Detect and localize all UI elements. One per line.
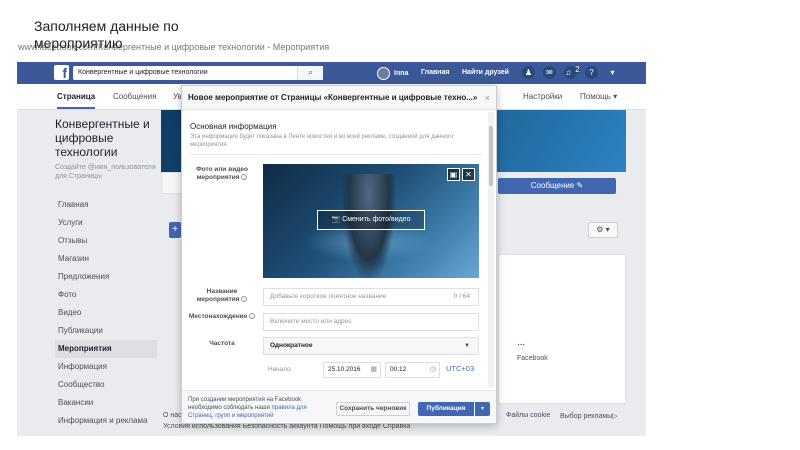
message-button[interactable]: Сообщение ✎ (498, 178, 616, 194)
left-menu: Главная Услуги Отзывы Магазин Предложения Фот… (55, 196, 157, 430)
name-counter: 0 / 64 (453, 293, 470, 300)
section-title: Основная информация (190, 122, 277, 131)
sidebar-item[interactable]: Сообщество (55, 376, 157, 394)
search-input[interactable]: Конвергентные и цифровые технологии ⌕ (73, 66, 323, 80)
sidebar-item[interactable]: Фото (55, 286, 157, 304)
chevron-down-icon: ▼ (464, 343, 470, 349)
timezone-label[interactable]: UTC+03 (446, 364, 474, 373)
change-photo-label: Сменить фото/видео (342, 216, 411, 223)
footer-links[interactable]: Условия использования Безопасность аккау… (163, 423, 410, 430)
sidebar-item[interactable]: Магазин (55, 250, 157, 268)
photo-label-text: Фото или видео мероприятия (196, 166, 248, 181)
camera-icon: 📷 (331, 216, 341, 223)
events-panel-text: Facebook (517, 355, 548, 362)
clock-icon: ◷ (429, 366, 436, 373)
calendar-icon: ▦ (370, 366, 377, 373)
notification-badge: 2 (575, 65, 580, 74)
event-name-placeholder: Добавьте короткое понятное название (270, 293, 387, 300)
search-icon[interactable]: ⌕ (297, 66, 323, 80)
sidebar-item[interactable]: Мероприятия (55, 340, 157, 358)
tab-settings[interactable]: Настройки (523, 92, 562, 101)
nav-home[interactable]: Главная (421, 66, 449, 80)
page-header: Конвергентные и цифровые технологии Созд… (55, 117, 159, 181)
search-value: Конвергентные и цифровые технологии (78, 69, 208, 76)
dialog-body: Основная информация Эта информация будет… (182, 110, 488, 390)
info-icon[interactable]: i (249, 313, 256, 320)
sidebar-item[interactable]: Информация (55, 358, 157, 376)
dialog-header: Новое мероприятие от Страницы «Конверген… (182, 86, 496, 110)
page-handle[interactable]: Создайте @имя_пользователя для Страницы (55, 163, 159, 181)
nav-find-friends[interactable]: Найти друзей (462, 66, 509, 80)
section-description: Эта информация будет показана в Ленте но… (190, 134, 454, 148)
event-name-input[interactable]: Добавьте короткое понятное название 0 / … (263, 288, 479, 306)
slide-title: Заполняем данные по мероприятию (34, 18, 179, 51)
name-label: Название мероприятия i (186, 288, 258, 304)
event-cover-photo[interactable]: ▣ ✕ 📷 Сменить фото/видео (263, 164, 479, 278)
frequency-select[interactable]: Однократное ▼ (263, 337, 479, 355)
policy-note: При создании мероприятия на Facebook нео… (188, 396, 328, 420)
profile-link[interactable]: Inna (377, 66, 408, 80)
save-draft-button[interactable]: Сохранить черновик (336, 402, 410, 416)
close-icon[interactable]: × (485, 86, 490, 110)
dialog-scrollbar[interactable] (488, 112, 494, 388)
location-input[interactable]: Включите место или адрес (263, 313, 479, 331)
name-label-text: Название мероприятия (196, 288, 240, 303)
gear-icon[interactable]: ⚙ ▾ (588, 222, 618, 238)
messages-icon[interactable]: ✉ (543, 66, 556, 79)
photo-label: Фото или видео мероприятия i (186, 166, 258, 182)
sidebar-item[interactable]: Предложения (55, 268, 157, 286)
user-name: Inna (394, 69, 409, 77)
account-menu-icon[interactable]: ▾ (606, 66, 619, 79)
sidebar-item[interactable]: Видео (55, 304, 157, 322)
tab-notifications[interactable]: Уведомления (173, 92, 181, 101)
events-panel-title: ... (517, 337, 526, 348)
top-bar-icons: ♟ ✉ ♫ 2 ? ▾ (522, 65, 619, 79)
sidebar-item[interactable]: Вакансии (55, 394, 157, 412)
divider (190, 154, 482, 155)
sidebar-item[interactable]: Публикации (55, 322, 157, 340)
start-time-value: 00:12 (390, 366, 407, 373)
facebook-top-bar: f Конвергентные и цифровые технологии ⌕ … (17, 62, 646, 84)
start-date-value: 25.10.2016 (328, 366, 361, 373)
start-label: Начало (268, 366, 291, 373)
info-icon[interactable]: i (241, 174, 248, 181)
notifications-icon[interactable]: ♫ 2 (564, 65, 580, 79)
sidebar-item[interactable]: Информация и реклама (55, 412, 157, 430)
create-event-dialog: Новое мероприятие от Страницы «Конверген… (181, 85, 497, 424)
frequency-value: Однократное (270, 342, 313, 349)
edit-photo-icon[interactable]: ▣ (447, 168, 460, 181)
sidebar-item[interactable]: Отзывы (55, 232, 157, 250)
footer-about[interactable]: О нас (163, 412, 182, 419)
publish-options-button[interactable]: ▾ (475, 402, 490, 416)
friend-requests-icon[interactable]: ♟ (522, 66, 535, 79)
location-label-text: Местонахождение (188, 313, 248, 320)
location-placeholder: Включите место или адрес (270, 318, 352, 325)
facebook-screenshot: f Конвергентные и цифровые технологии ⌕ … (17, 62, 646, 436)
scrollbar-thumb[interactable] (489, 126, 493, 186)
remove-photo-icon[interactable]: ✕ (462, 168, 475, 181)
frequency-label: Частота (209, 340, 235, 347)
dialog-footer: При создании мероприятия на Facebook нео… (182, 390, 496, 423)
start-date-input[interactable]: 25.10.2016 ▦ (323, 362, 381, 378)
footer-ad-choices[interactable]: Выбор рекламы▷ (560, 412, 618, 420)
publish-button[interactable]: Публикация (418, 402, 474, 416)
info-icon[interactable]: i (241, 296, 248, 303)
tab-help[interactable]: Помощь ▾ (580, 92, 617, 101)
page-title[interactable]: Конвергентные и цифровые технологии (55, 117, 159, 159)
help-icon[interactable]: ? (585, 66, 598, 79)
tab-messages[interactable]: Сообщения (113, 92, 156, 101)
sidebar-item[interactable]: Услуги (55, 214, 157, 232)
dialog-title: Новое мероприятие от Страницы «Конверген… (188, 93, 478, 102)
events-panel: ... Facebook (498, 254, 626, 404)
footer-cookies[interactable]: Файлы cookie (506, 412, 550, 419)
start-time-input[interactable]: 00:12 ◷ (385, 362, 440, 378)
create-event-button[interactable]: + (169, 222, 181, 238)
change-photo-button[interactable]: 📷 Сменить фото/видео (317, 210, 425, 230)
tab-page[interactable]: Страница (57, 92, 96, 109)
location-label: Местонахождение i (186, 313, 258, 321)
facebook-logo-icon[interactable]: f (54, 65, 69, 81)
avatar (377, 66, 390, 80)
sidebar-item[interactable]: Главная (55, 196, 157, 214)
